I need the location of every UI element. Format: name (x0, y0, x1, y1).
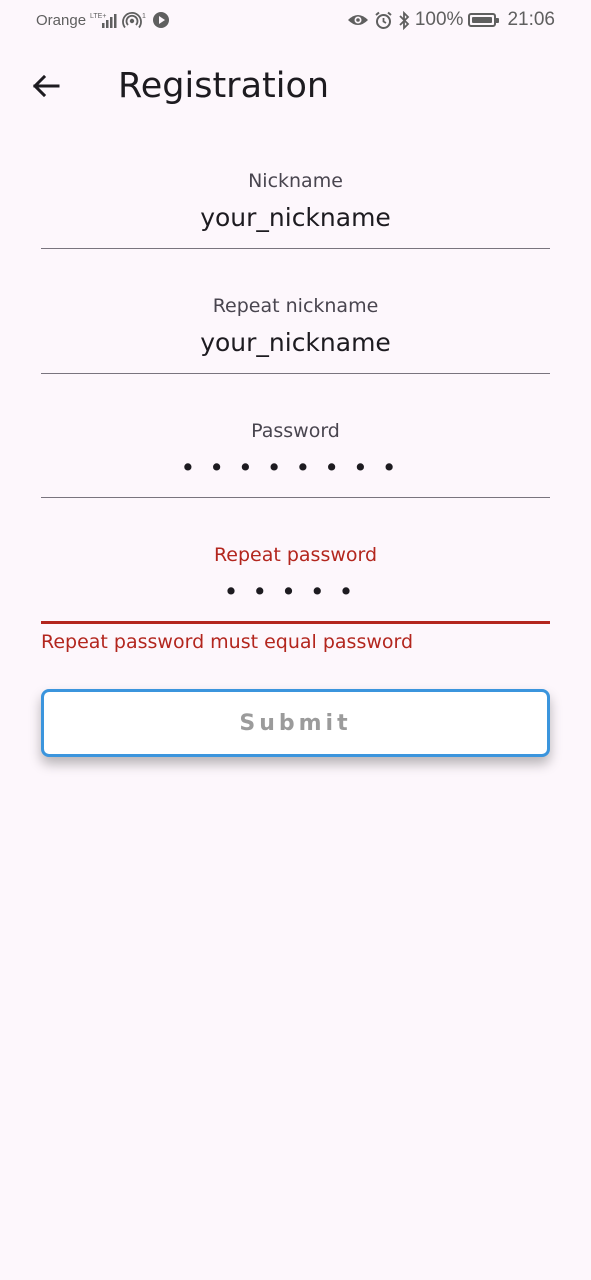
status-bar: Orange LTE+ 1 100% 21:06 (0, 0, 591, 42)
status-bar-right: 100% 21:06 (347, 9, 555, 31)
nickname-label: Nickname (248, 170, 343, 192)
password-input[interactable]: •••••••• (41, 448, 550, 488)
page-title: Registration (118, 66, 330, 106)
arrow-back-icon (32, 74, 60, 102)
repeat-password-input[interactable]: ••••• (41, 572, 550, 612)
carrier-name: Orange (36, 11, 87, 29)
hotspot-icon: 1 (122, 11, 148, 29)
repeat-password-underline (41, 621, 550, 624)
repeat-password-error: Repeat password must equal password (41, 631, 414, 653)
clock: 21:06 (507, 9, 555, 30)
bluetooth-icon (398, 10, 410, 30)
submit-label: Submit (239, 710, 352, 736)
repeat-password-field[interactable]: Repeat password ••••• (41, 542, 550, 624)
password-label: Password (251, 420, 340, 442)
nickname-underline (41, 248, 550, 249)
battery-icon (468, 13, 500, 27)
password-underline (41, 497, 550, 498)
network-type: LTE+ (90, 13, 106, 20)
submit-button[interactable]: Submit (41, 689, 550, 757)
eye-icon (347, 12, 369, 28)
alarm-icon (374, 11, 393, 30)
repeat-nickname-underline (41, 373, 550, 374)
repeat-password-label: Repeat password (213, 544, 378, 566)
signal-icon: LTE+ (90, 11, 118, 29)
play-icon (152, 11, 170, 29)
repeat-nickname-input[interactable]: your_nickname (41, 323, 550, 363)
status-bar-left: Orange LTE+ 1 (36, 11, 170, 29)
battery-percent: 100% (414, 9, 464, 30)
app-bar: Registration (0, 50, 591, 126)
hotspot-count: 1 (142, 13, 146, 20)
password-field[interactable]: Password •••••••• (41, 418, 550, 498)
repeat-nickname-label: Repeat nickname (212, 295, 379, 317)
repeat-nickname-field[interactable]: Repeat nickname your_nickname (41, 293, 550, 374)
back-button[interactable] (22, 64, 70, 112)
nickname-input[interactable]: your_nickname (41, 198, 550, 238)
nickname-field[interactable]: Nickname your_nickname (41, 168, 550, 249)
